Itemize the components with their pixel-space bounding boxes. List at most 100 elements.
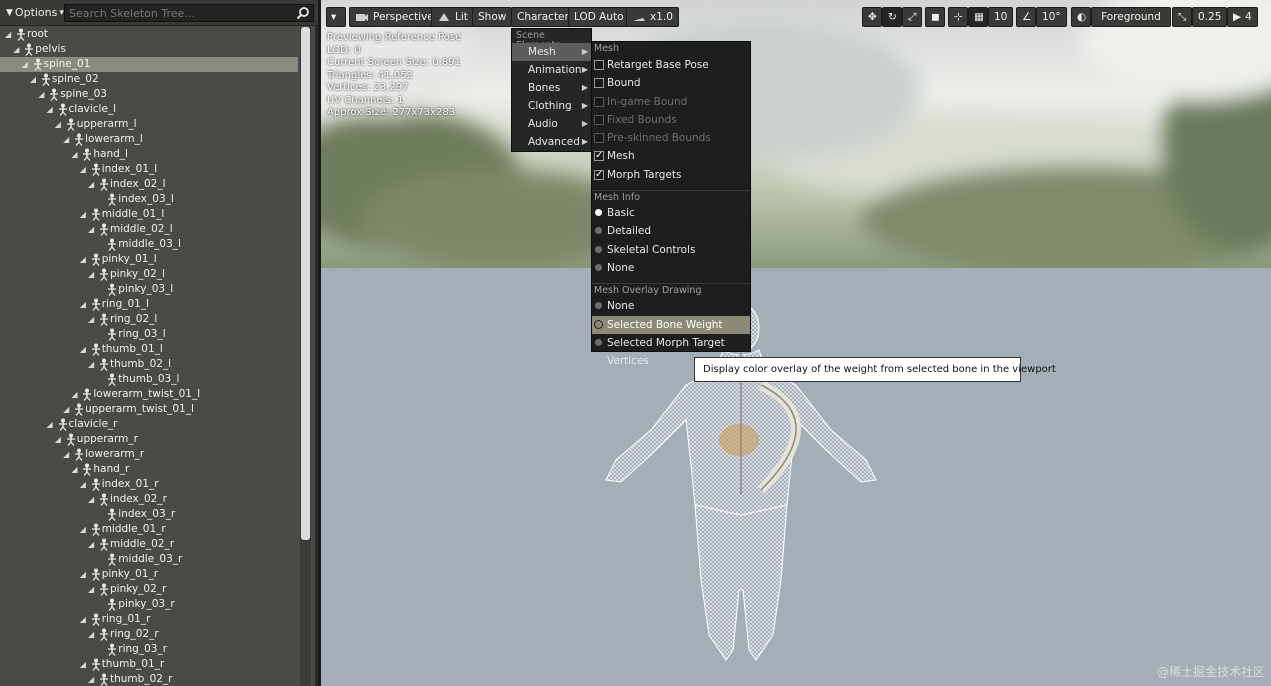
- expand-arrow-icon[interactable]: ◢: [88, 267, 98, 282]
- tree-row[interactable]: index_03_l: [0, 192, 298, 207]
- expand-arrow-icon[interactable]: ◢: [38, 87, 48, 102]
- rotate-mode-button[interactable]: ↻: [882, 7, 902, 27]
- layer-dropdown[interactable]: Foreground: [1091, 7, 1171, 27]
- expand-arrow-icon[interactable]: ◢: [63, 447, 73, 462]
- tree-row[interactable]: middle_03_l: [0, 237, 298, 252]
- tree-row[interactable]: pinky_03_l: [0, 282, 298, 297]
- expand-arrow-icon[interactable]: ◢: [22, 57, 32, 72]
- expand-arrow-icon[interactable]: ◢: [63, 402, 73, 417]
- expand-arrow-icon[interactable]: ◢: [80, 612, 90, 627]
- checkbox-icon[interactable]: [594, 78, 604, 89]
- scrollbar-thumb[interactable]: [301, 27, 310, 540]
- tree-row[interactable]: ◢ ring_02_l: [0, 312, 298, 327]
- tree-row[interactable]: ◢ ring_02_r: [0, 627, 298, 642]
- viewport[interactable]: ▾ Perspective Lit Show Character LOD Aut…: [321, 0, 1271, 686]
- tree-scrollbar[interactable]: [300, 27, 311, 686]
- playback-speed-button[interactable]: x1.0: [626, 7, 679, 27]
- expand-arrow-icon[interactable]: ◢: [55, 117, 65, 132]
- grid-snap-toggle[interactable]: ▦: [968, 7, 988, 27]
- show-button[interactable]: Show: [472, 7, 513, 27]
- tree-row[interactable]: ◢ thumb_02_l: [0, 357, 298, 372]
- expand-arrow-icon[interactable]: ◢: [30, 72, 40, 87]
- radio-selected-icon[interactable]: [595, 209, 602, 217]
- expand-arrow-icon[interactable]: ◢: [71, 462, 81, 477]
- checkbox-checked-icon[interactable]: [594, 166, 604, 184]
- tree-row[interactable]: ◢ root: [0, 27, 298, 42]
- tree-row[interactable]: ◢ clavicle_r: [0, 417, 298, 432]
- menu-item-animation[interactable]: Animation ▶: [512, 61, 591, 79]
- tree-row[interactable]: ◢ lowerarm_l: [0, 132, 298, 147]
- expand-arrow-icon[interactable]: ◢: [88, 627, 98, 642]
- expand-arrow-icon[interactable]: ◢: [80, 207, 90, 222]
- expand-arrow-icon[interactable]: ◢: [80, 297, 90, 312]
- expand-arrow-icon[interactable]: ◢: [63, 132, 73, 147]
- tree-row[interactable]: ◢ pinky_02_l: [0, 267, 298, 282]
- tree-row[interactable]: ◢ index_01_r: [0, 477, 298, 492]
- mesh-info-detailed[interactable]: Detailed: [592, 222, 750, 240]
- tree-row[interactable]: ◢ spine_03: [0, 87, 298, 102]
- checkbox-item-bound[interactable]: Bound: [592, 74, 750, 92]
- expand-arrow-icon[interactable]: ◢: [47, 102, 57, 117]
- lod-button[interactable]: LOD Auto: [568, 7, 630, 27]
- menu-item-audio[interactable]: Audio ▶: [512, 115, 591, 133]
- search-icon[interactable]: [296, 6, 310, 20]
- checkbox-item-mesh[interactable]: Mesh: [592, 147, 750, 165]
- tree-row[interactable]: thumb_03_l: [0, 372, 298, 387]
- expand-arrow-icon[interactable]: ◢: [80, 162, 90, 177]
- tree-row[interactable]: ◢ middle_01_r: [0, 522, 298, 537]
- tree-row[interactable]: ◢ middle_02_r: [0, 537, 298, 552]
- tree-row[interactable]: ◢ middle_02_l: [0, 222, 298, 237]
- expand-arrow-icon[interactable]: ◢: [88, 492, 98, 507]
- radio-icon[interactable]: [595, 338, 602, 346]
- tree-row[interactable]: ◢ spine_01: [0, 57, 298, 72]
- scale-mode-button[interactable]: ⤢: [902, 7, 922, 27]
- scale-snap-value[interactable]: 0.25: [1192, 7, 1228, 27]
- tree-row[interactable]: ◢ clavicle_l: [0, 102, 298, 117]
- translate-mode-button[interactable]: ✥: [862, 7, 882, 27]
- expand-arrow-icon[interactable]: ◢: [88, 672, 98, 686]
- coordinate-space-button[interactable]: ◼: [925, 7, 945, 27]
- checkbox-icon[interactable]: [594, 60, 604, 70]
- menu-item-bones[interactable]: Bones ▶: [512, 79, 591, 97]
- tree-row[interactable]: ◢ pinky_01_r: [0, 567, 298, 582]
- surface-snap-button[interactable]: ⊹: [948, 7, 968, 27]
- tree-row[interactable]: ◢ index_02_r: [0, 492, 298, 507]
- rotation-snap-toggle[interactable]: ∠: [1016, 7, 1036, 27]
- layer-toggle[interactable]: ◐: [1071, 7, 1091, 27]
- tree-row[interactable]: ◢ lowerarm_r: [0, 447, 298, 462]
- overlay-selected-morph-target-vertices[interactable]: Selected Morph Target Vertices: [592, 334, 750, 367]
- tree-row[interactable]: ◢ hand_r: [0, 462, 298, 477]
- overlay-none[interactable]: None: [592, 297, 750, 315]
- expand-arrow-icon[interactable]: ◢: [5, 27, 15, 42]
- checkbox-checked-icon[interactable]: [594, 147, 604, 165]
- tree-row[interactable]: ◢ thumb_01_l: [0, 342, 298, 357]
- tree-row[interactable]: ◢ lowerarm_twist_01_l: [0, 387, 298, 402]
- tree-row[interactable]: ◢ upperarm_twist_01_l: [0, 402, 298, 417]
- tree-row[interactable]: ◢ pinky_01_l: [0, 252, 298, 267]
- expand-arrow-icon[interactable]: ◢: [47, 417, 57, 432]
- expand-arrow-icon[interactable]: ◢: [80, 252, 90, 267]
- expand-arrow-icon[interactable]: ◢: [13, 42, 23, 57]
- overlay-selected-bone-weight[interactable]: Selected Bone Weight: [592, 315, 750, 334]
- tree-row[interactable]: ◢ index_01_l: [0, 162, 298, 177]
- expand-arrow-icon[interactable]: ◢: [88, 312, 98, 327]
- menu-item-mesh[interactable]: Mesh ▶: [512, 43, 591, 61]
- tree-row[interactable]: ◢ spine_02: [0, 72, 298, 87]
- tree-row[interactable]: ring_03_r: [0, 642, 298, 657]
- tree-row[interactable]: ◢ ring_01_r: [0, 612, 298, 627]
- rotation-snap-value[interactable]: 10°: [1036, 7, 1067, 27]
- tree-row[interactable]: ◢ pelvis: [0, 42, 298, 57]
- expand-arrow-icon[interactable]: ◢: [88, 177, 98, 192]
- options-button[interactable]: ▼ Options ▾: [2, 4, 68, 22]
- mesh-info-none[interactable]: None: [592, 259, 750, 277]
- expand-arrow-icon[interactable]: ◢: [88, 222, 98, 237]
- radio-icon[interactable]: [594, 319, 603, 329]
- expand-arrow-icon[interactable]: ◢: [88, 537, 98, 552]
- expand-arrow-icon[interactable]: ◢: [80, 567, 90, 582]
- expand-arrow-icon[interactable]: ◢: [80, 342, 90, 357]
- expand-arrow-icon[interactable]: ◢: [80, 522, 90, 537]
- tree-row[interactable]: ◢ thumb_02_r: [0, 672, 298, 686]
- tree-row[interactable]: ◢ index_02_l: [0, 177, 298, 192]
- tree-row[interactable]: ◢ upperarm_r: [0, 432, 298, 447]
- menu-item-clothing[interactable]: Clothing ▶: [512, 97, 591, 115]
